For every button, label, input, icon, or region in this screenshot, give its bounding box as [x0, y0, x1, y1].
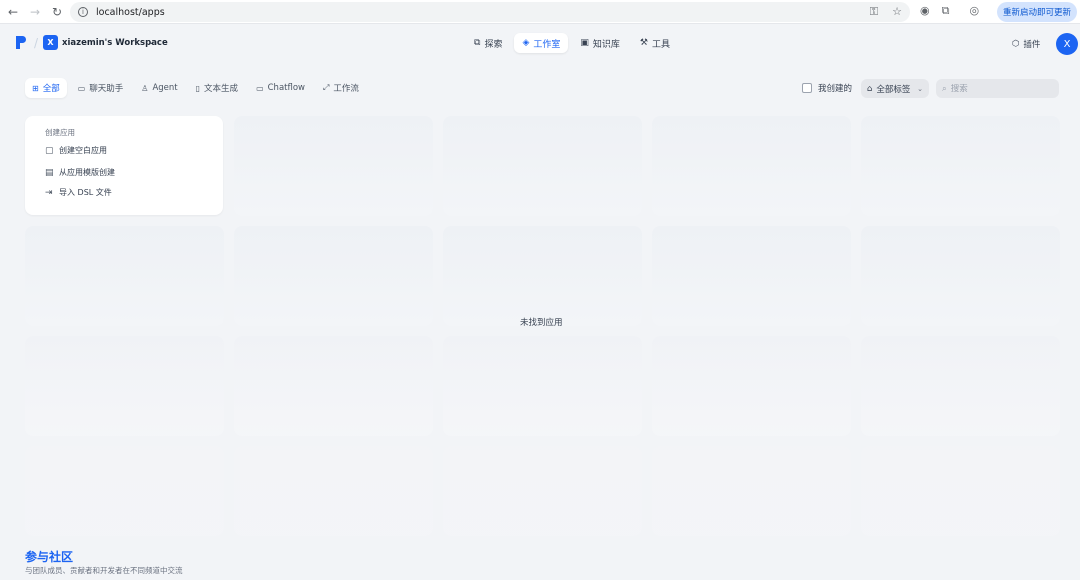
plugin-icon: ⬡ [1012, 39, 1020, 49]
placeholder-card [25, 446, 224, 536]
agent-icon: ♙ [141, 83, 149, 93]
placeholder-card [234, 116, 433, 216]
forward-icon[interactable]: → [26, 3, 44, 21]
explore-icon: ⧉ [474, 38, 481, 48]
workspace-avatar[interactable]: X [43, 35, 58, 50]
created-by-me-filter[interactable]: 我创建的 [802, 82, 852, 94]
tag-icon: ⌂ [867, 83, 873, 94]
search-box[interactable]: ⌕ [936, 79, 1059, 98]
app-header: / X xiazemin's Workspace ⌄ ⧉ 探索 ◈ 工作室 ▣ … [0, 24, 1080, 62]
address-url[interactable]: localhost/apps [96, 7, 165, 18]
chevron-down-icon[interactable]: ⌄ [148, 37, 155, 46]
tab-chatflow[interactable]: ▭ Chatflow [249, 78, 312, 98]
import-icon: ⇥ [45, 187, 53, 198]
search-input[interactable] [950, 83, 1051, 94]
create-blank-app-button[interactable]: ▢ 创建空白应用 [45, 145, 107, 156]
nav-tools[interactable]: ⚒ 工具 [632, 33, 678, 53]
placeholder-card [443, 446, 642, 536]
placeholder-card [443, 116, 642, 216]
create-app-title: 创建应用 [45, 128, 75, 137]
placeholder-card [861, 336, 1060, 436]
blank-app-icon: ▢ [45, 145, 54, 156]
user-avatar[interactable]: X [1056, 33, 1078, 55]
robot-icon: ◈ [522, 38, 530, 48]
placeholder-card [25, 226, 224, 326]
address-bar[interactable]: i localhost/apps ⚿ ☆ [70, 2, 910, 22]
site-info-icon[interactable]: i [78, 7, 88, 17]
app-logo-icon[interactable] [16, 36, 26, 49]
placeholder-card [652, 116, 851, 216]
placeholder-card [234, 336, 433, 436]
placeholder-card [234, 446, 433, 536]
reload-icon[interactable]: ↻ [48, 3, 66, 21]
import-dsl-button[interactable]: ⇥ 导入 DSL 文件 [45, 187, 112, 198]
browser-toolbar: ← → ↻ i localhost/apps ⚿ ☆ ◉ ⧉ ◎ 重新启动即可更… [0, 0, 1080, 24]
main-nav: ⧉ 探索 ◈ 工作室 ▣ 知识库 ⚒ 工具 [466, 33, 678, 53]
community-description: 与团队成员、贡献者和开发者在不同频道中交流 [25, 566, 183, 575]
placeholder-card [652, 336, 851, 436]
placeholder-card [861, 226, 1060, 326]
tab-all[interactable]: ⊞ 全部 [25, 78, 67, 98]
puzzle-extensions-icon[interactable]: ⧉ [942, 4, 950, 18]
created-by-me-checkbox[interactable] [802, 83, 812, 93]
tab-agent[interactable]: ♙ Agent [134, 78, 184, 98]
placeholder-card [652, 226, 851, 326]
placeholder-card [443, 336, 642, 436]
app-type-tabs: ⊞ 全部 ▭ 聊天助手 ♙ Agent ▯ 文本生成 ▭ Chatflow ⤢ … [25, 78, 366, 98]
search-icon: ⌕ [942, 83, 947, 94]
workflow-icon: ⤢ [323, 83, 330, 92]
grid-icon: ⊞ [32, 83, 39, 93]
placeholder-card [652, 446, 851, 536]
doc-icon: ▯ [195, 83, 201, 93]
placeholder-card [861, 116, 1060, 216]
chat-icon: ▭ [77, 83, 86, 93]
book-icon: ▣ [580, 38, 589, 48]
extension-icon[interactable]: ◉ [920, 4, 930, 18]
browser-update-button[interactable]: 重新启动即可更新 [997, 2, 1077, 22]
placeholder-card [443, 226, 642, 326]
create-app-card: 创建应用 ▢ 创建空白应用 ▤ 从应用模版创建 ⇥ 导入 DSL 文件 [25, 116, 223, 215]
chatflow-icon: ▭ [256, 83, 264, 93]
tab-chat-assistant[interactable]: ▭ 聊天助手 [71, 78, 131, 98]
tag-filter-dropdown[interactable]: ⌂ 全部标签 ⌄ [861, 79, 929, 98]
tab-workflow[interactable]: ⤢ 工作流 [316, 78, 366, 98]
nav-explore[interactable]: ⧉ 探索 [466, 33, 510, 53]
back-icon[interactable]: ← [4, 3, 22, 21]
bookmark-star-icon[interactable]: ☆ [892, 5, 902, 19]
placeholder-card [25, 336, 224, 436]
placeholder-card [861, 446, 1060, 536]
nav-studio[interactable]: ◈ 工作室 [514, 33, 569, 53]
profile-icon[interactable]: ◎ [969, 4, 979, 18]
nav-knowledge[interactable]: ▣ 知识库 [572, 33, 628, 53]
tab-text-generation[interactable]: ▯ 文本生成 [189, 78, 245, 98]
community-title: 参与社区 [25, 550, 74, 564]
plugin-button[interactable]: ⬡ 插件 [1012, 38, 1040, 50]
template-icon: ▤ [45, 167, 54, 178]
placeholder-card [234, 226, 433, 326]
hammer-icon: ⚒ [639, 38, 648, 48]
password-key-icon[interactable]: ⚿ [870, 5, 878, 19]
create-from-template-button[interactable]: ▤ 从应用模版创建 [45, 167, 115, 178]
breadcrumb-separator: / [34, 36, 39, 50]
empty-state-message: 未找到应用 [520, 318, 563, 328]
chevron-down-icon: ⌄ [917, 84, 923, 93]
